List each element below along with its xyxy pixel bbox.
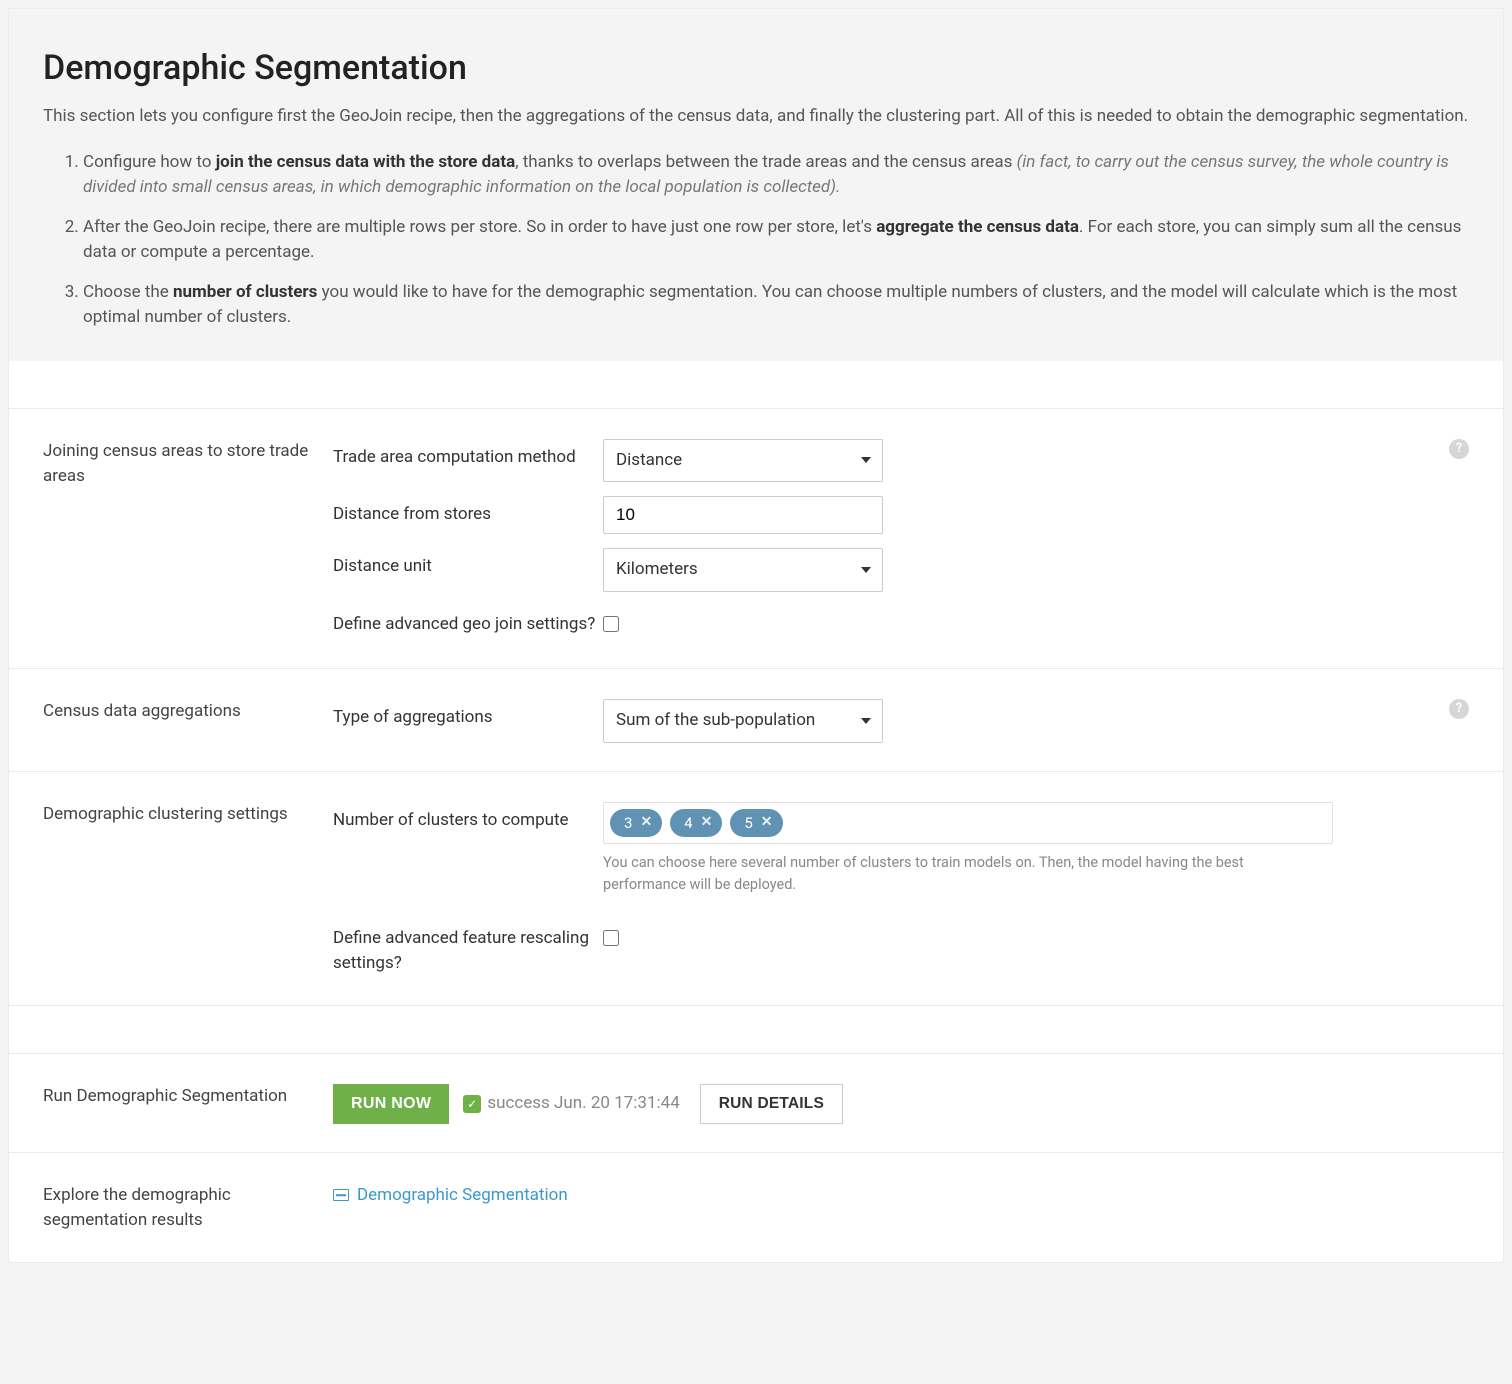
- spacer: [9, 361, 1503, 409]
- tags-input-clusters[interactable]: 3✕ 4✕ 5✕: [603, 802, 1333, 845]
- label-aggregation-type: Type of aggregations: [333, 699, 603, 731]
- chevron-down-icon: [861, 457, 871, 463]
- run-now-button[interactable]: RUN NOW: [333, 1084, 449, 1124]
- section-aggregations: Census data aggregations ? Type of aggre…: [9, 669, 1503, 772]
- close-icon[interactable]: ✕: [640, 812, 652, 833]
- checkbox-advanced-rescaling[interactable]: [603, 930, 619, 946]
- page-title: Demographic Segmentation: [43, 43, 1469, 94]
- cluster-tag: 3✕: [610, 809, 662, 838]
- help-icon[interactable]: ?: [1449, 699, 1469, 719]
- step-3: Choose the number of clusters you would …: [83, 280, 1469, 331]
- spacer: [9, 1006, 1503, 1054]
- select-aggregation-type[interactable]: Sum of the sub-population: [603, 699, 883, 743]
- step-1: Configure how to join the census data wi…: [83, 150, 1469, 201]
- page-subtitle: This section lets you configure first th…: [43, 104, 1469, 130]
- chevron-down-icon: [861, 567, 871, 573]
- run-details-button[interactable]: RUN DETAILS: [700, 1084, 843, 1124]
- help-icon[interactable]: ?: [1449, 439, 1469, 459]
- section-label-joining: Joining census areas to store trade area…: [43, 439, 333, 641]
- check-icon: ✓: [463, 1095, 481, 1113]
- cluster-tag: 5✕: [730, 809, 782, 838]
- section-label-run: Run Demographic Segmentation: [43, 1084, 333, 1124]
- chevron-down-icon: [861, 718, 871, 724]
- section-joining: Joining census areas to store trade area…: [9, 409, 1503, 670]
- section-label-clustering: Demographic clustering settings: [43, 802, 333, 977]
- steps-list: Configure how to join the census data wi…: [43, 150, 1469, 331]
- checkbox-advanced-geo-join[interactable]: [603, 616, 619, 632]
- run-status: ✓ success Jun. 20 17:31:44: [463, 1091, 679, 1117]
- close-icon[interactable]: ✕: [701, 812, 713, 833]
- section-label-aggregations: Census data aggregations: [43, 699, 333, 743]
- label-distance-from-stores: Distance from stores: [333, 496, 603, 528]
- section-explore: Explore the demographic segmentation res…: [9, 1153, 1503, 1262]
- header-block: Demographic Segmentation This section le…: [8, 8, 1504, 361]
- input-distance-from-stores[interactable]: [603, 496, 883, 534]
- label-number-of-clusters: Number of clusters to compute: [333, 802, 603, 834]
- step-2: After the GeoJoin recipe, there are mult…: [83, 215, 1469, 266]
- close-icon[interactable]: ✕: [761, 812, 773, 833]
- clusters-hint: You can choose here several number of cl…: [603, 852, 1323, 896]
- section-clustering: Demographic clustering settings Number o…: [9, 772, 1503, 1006]
- label-advanced-rescaling: Define advanced feature rescaling settin…: [333, 920, 603, 977]
- label-advanced-geo-join: Define advanced geo join settings?: [333, 606, 603, 638]
- cluster-tag: 4✕: [670, 809, 722, 838]
- select-trade-area-method[interactable]: Distance: [603, 439, 883, 483]
- section-label-explore: Explore the demographic segmentation res…: [43, 1183, 333, 1234]
- select-distance-unit[interactable]: Kilometers: [603, 548, 883, 592]
- section-run: Run Demographic Segmentation RUN NOW ✓ s…: [9, 1054, 1503, 1153]
- dashboard-icon: [333, 1189, 349, 1201]
- label-trade-area-method: Trade area computation method: [333, 439, 603, 471]
- label-distance-unit: Distance unit: [333, 548, 603, 580]
- explore-results-link[interactable]: Demographic Segmentation: [333, 1183, 568, 1209]
